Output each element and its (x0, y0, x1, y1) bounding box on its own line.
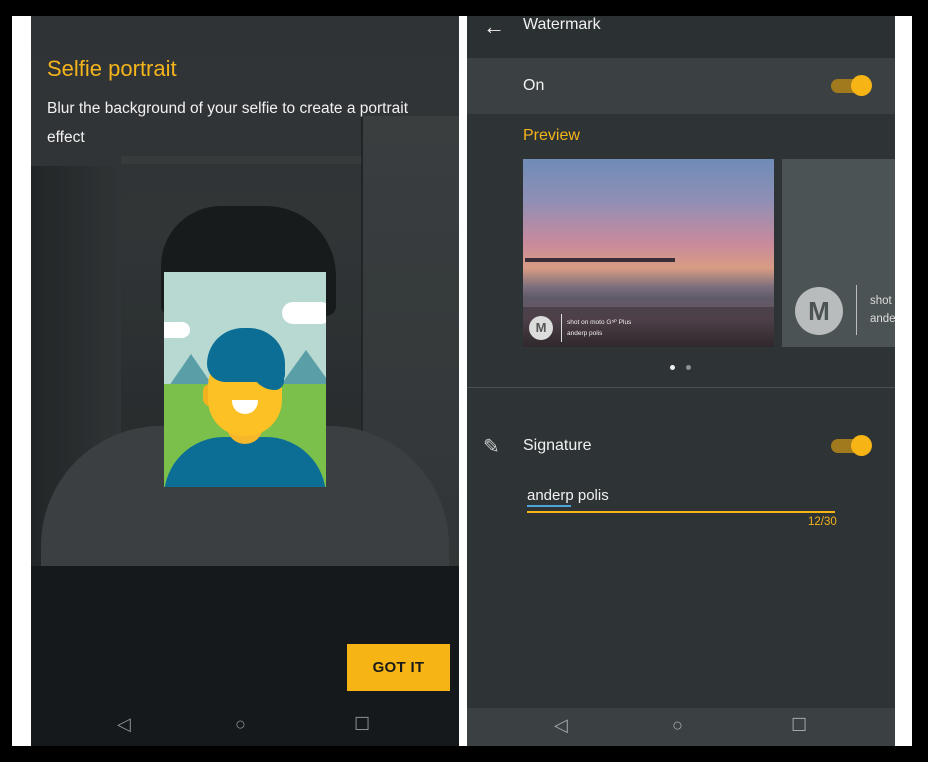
watermark-device-text: shot (870, 295, 892, 307)
pencil-icon: ✎ (483, 436, 500, 458)
page-description: Blur the background of your selfie to cr… (47, 100, 409, 146)
nav-back-icon[interactable]: ◁ (554, 715, 568, 735)
nav-back-icon[interactable]: ◁ (117, 714, 131, 734)
nav-home-icon[interactable]: ○ (235, 714, 246, 734)
character-counter: 12/30 (808, 516, 837, 528)
portrait-illustration (164, 272, 326, 487)
motorola-logo-icon: M (795, 287, 843, 335)
page-indicator-dot-active (670, 365, 675, 370)
nav-recents-icon[interactable]: ☐ (791, 715, 807, 735)
got-it-button[interactable]: GOT IT (347, 644, 450, 691)
watermark-settings-screen: ← Watermark On Preview M shot on moto G⁵… (467, 16, 895, 746)
watermark-device-text: shot on moto G⁵ᴾ Plus (567, 319, 632, 326)
preview-card-sunset[interactable]: M shot on moto G⁵ᴾ Plus anderp polis (523, 159, 774, 347)
preview-card-plain[interactable]: M shot ande (782, 159, 895, 347)
nav-recents-icon[interactable]: ☐ (354, 714, 370, 734)
toggle-knob (851, 75, 872, 96)
toggle-knob (851, 435, 872, 456)
navigation-bar: ◁ ○ ☐ (31, 706, 459, 746)
back-arrow-icon[interactable]: ← (483, 16, 505, 40)
spellcheck-underline (527, 505, 571, 507)
cloud-shape (164, 322, 190, 338)
preview-label: Preview (523, 127, 580, 144)
navigation-bar: ◁ ○ ☐ (467, 708, 895, 746)
watermark-divider (561, 314, 562, 342)
page-title: Selfie portrait (47, 56, 177, 81)
page-indicator-dot (686, 365, 691, 370)
cloud-shape (282, 302, 326, 324)
on-label: On (523, 77, 545, 94)
watermark-toggle[interactable] (831, 75, 872, 96)
mountain-shape (280, 350, 326, 386)
watermark-on-row[interactable]: On (467, 58, 895, 114)
nav-home-icon[interactable]: ○ (672, 715, 683, 735)
page-title: Watermark (523, 16, 601, 33)
pier-shape (525, 258, 675, 262)
watermark-signature-text: ande (870, 313, 895, 325)
section-divider (467, 387, 895, 388)
signature-toggle[interactable] (831, 435, 872, 456)
motorola-logo-icon: M (529, 316, 553, 340)
app-bar: ← Watermark (467, 16, 895, 58)
signature-input-underline (527, 511, 835, 513)
signature-input[interactable]: anderp polis (527, 487, 609, 504)
watermark-divider (856, 285, 857, 335)
signature-label: Signature (523, 437, 592, 454)
watermark-signature-text: anderp polis (567, 330, 603, 337)
selfie-portrait-screen: Selfie portrait Blur the background of y… (31, 16, 459, 746)
